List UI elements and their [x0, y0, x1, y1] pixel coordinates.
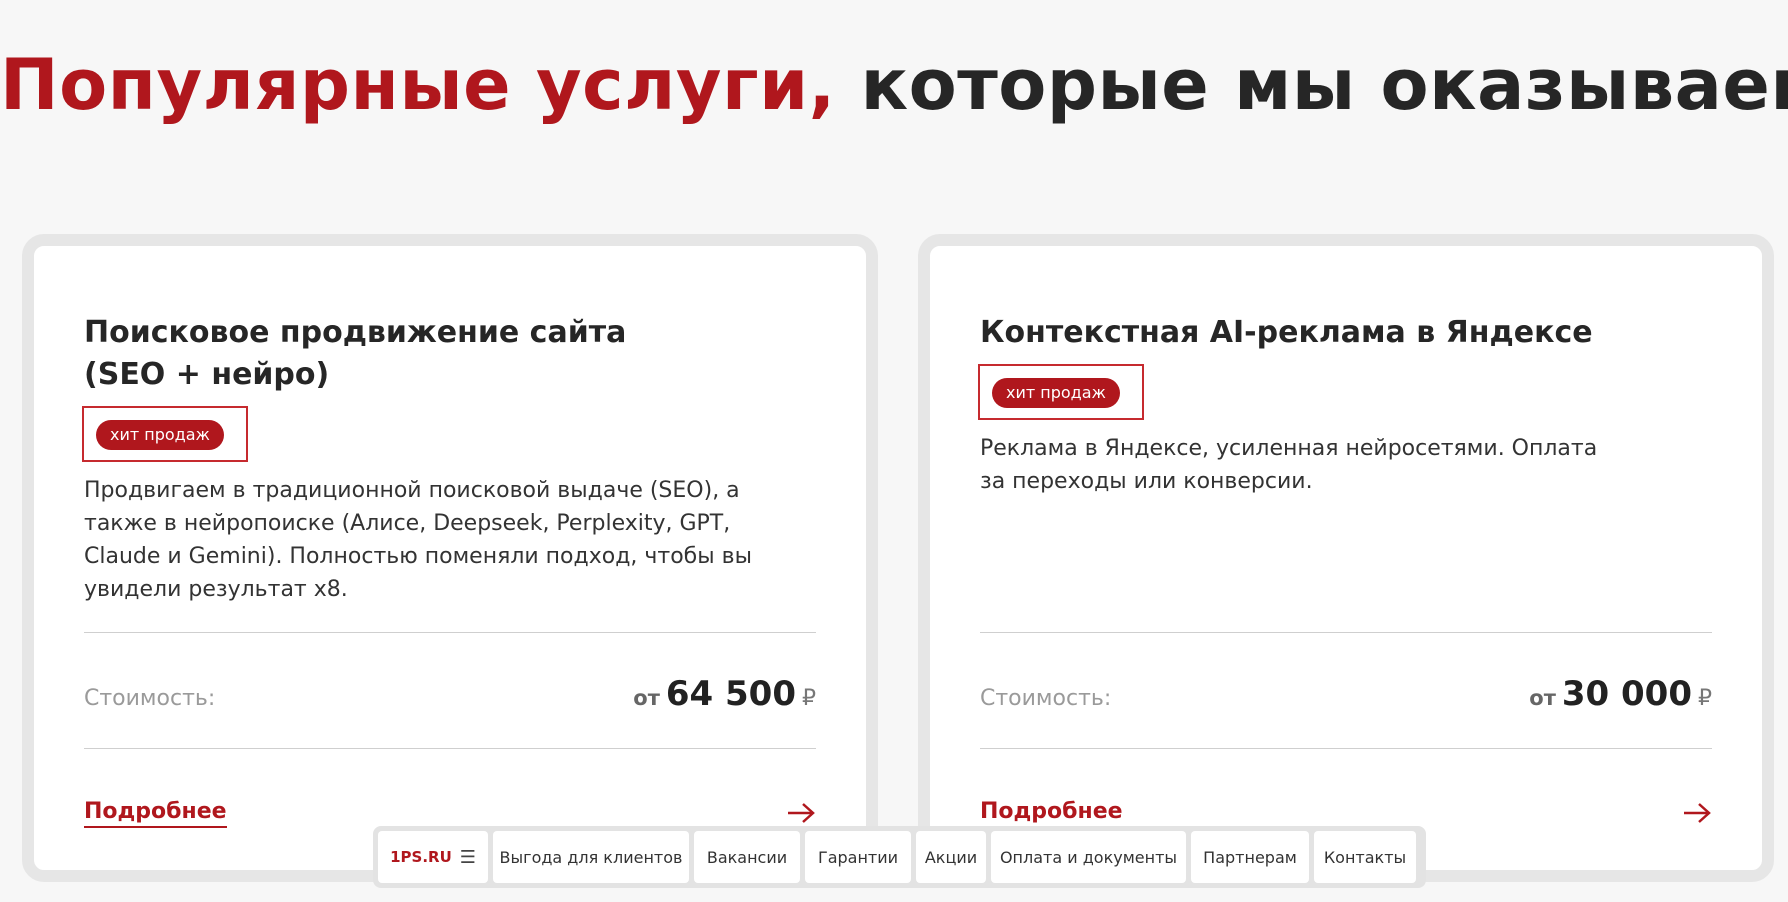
heading-rest: которые мы оказываем	[835, 44, 1788, 126]
nav-item-partners[interactable]: Партнерам	[1191, 831, 1309, 883]
heading-accent: Популярные услуги,	[0, 44, 836, 126]
nav-item-contacts[interactable]: Контакты	[1314, 831, 1416, 883]
page-heading: Популярные услуги, которые мы оказываем	[0, 44, 1788, 126]
card-title: Контекстная AI-реклама в Яндексе	[980, 315, 1593, 350]
price-amount: 64 500	[665, 674, 796, 714]
divider	[84, 748, 816, 749]
divider	[84, 632, 816, 633]
bottom-navbar: 1PS.RU ☰ Выгода для клиентов Вакансии Га…	[373, 826, 1426, 888]
price-from: от	[633, 686, 660, 710]
logo-menu-button[interactable]: 1PS.RU ☰	[378, 831, 488, 883]
currency-symbol: ₽	[802, 686, 816, 711]
divider	[980, 748, 1712, 749]
badge-highlight-frame: хит продаж	[978, 364, 1144, 420]
service-card-seo: Поисковое продвижение сайта (SEO + нейро…	[22, 234, 878, 882]
nav-item-payment-docs[interactable]: Оплата и документы	[991, 831, 1186, 883]
badge-highlight-frame: хит продаж	[82, 406, 248, 462]
card-description: Продвигаем в традиционной поисковой выда…	[84, 478, 752, 602]
price-amount: 30 000	[1561, 674, 1692, 714]
currency-symbol: ₽	[1698, 686, 1712, 711]
price: от 30 000 ₽	[1529, 674, 1712, 714]
arrow-right-icon[interactable]	[786, 801, 816, 825]
nav-item-guarantees[interactable]: Гарантии	[805, 831, 911, 883]
divider	[980, 632, 1712, 633]
more-link[interactable]: Подробнее	[84, 798, 227, 828]
logo: 1PS.RU	[390, 848, 452, 866]
card-title: Поисковое продвижение сайта (SEO + нейро…	[84, 315, 627, 392]
cost-label: Стоимость:	[980, 686, 1112, 711]
nav-item-vacancies[interactable]: Вакансии	[694, 831, 800, 883]
cost-label: Стоимость:	[84, 686, 216, 711]
price: от 64 500 ₽	[633, 674, 816, 714]
nav-item-promotions[interactable]: Акции	[916, 831, 986, 883]
service-card-context-ads: Контекстная AI-реклама в Яндексе хит про…	[918, 234, 1774, 882]
price-from: от	[1529, 686, 1556, 710]
nav-item-benefits[interactable]: Выгода для клиентов	[493, 831, 689, 883]
bestseller-badge: хит продаж	[96, 420, 224, 450]
card-description: Реклама в Яндексе, усиленная нейросетями…	[980, 436, 1598, 494]
more-link[interactable]: Подробнее	[980, 798, 1123, 828]
burger-menu-icon: ☰	[459, 846, 476, 868]
bestseller-badge: хит продаж	[992, 378, 1120, 408]
arrow-right-icon[interactable]	[1682, 801, 1712, 825]
